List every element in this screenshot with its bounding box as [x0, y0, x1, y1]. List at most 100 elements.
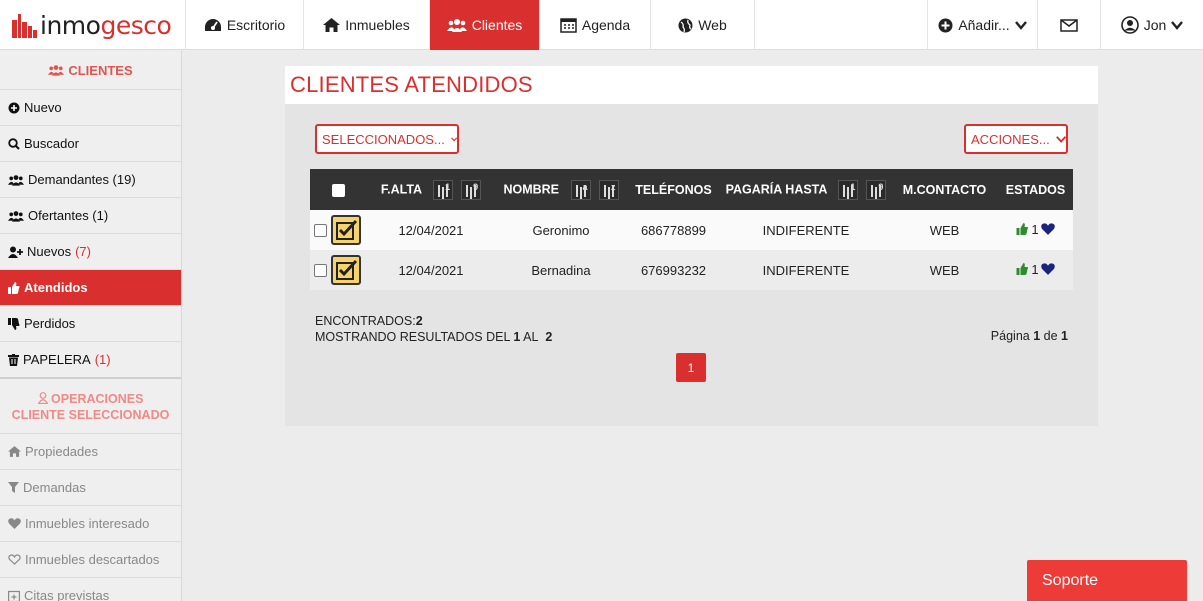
cell-nombre[interactable]: Geronimo: [496, 210, 626, 250]
header-falta-label: F.ALTA: [380, 181, 422, 196]
sidebar-item-label: Atendidos: [24, 280, 88, 295]
cell-pagaria: INDIFERENTE: [721, 250, 891, 290]
chevron-down-icon: [1055, 135, 1066, 143]
row-select-cell: [310, 250, 366, 290]
clients-table: F.ALTA 19 NOMBRE az TELÉFONOS PAGARÍA HA…: [310, 169, 1073, 290]
cell-telefono: 686778899: [626, 210, 721, 250]
selected-dropdown[interactable]: SELECCIONADOS...: [315, 124, 459, 154]
nav-clientes-label: Clientes: [471, 17, 523, 33]
envelope-icon: [1060, 18, 1078, 32]
found-count: ENCONTRADOS:2: [315, 313, 552, 329]
showing-label: MOSTRANDO RESULTADOS DEL: [315, 330, 510, 344]
sidebar-op-demandas[interactable]: Demandas: [0, 469, 181, 505]
found-label: ENCONTRADOS:: [315, 314, 416, 328]
nav-inmuebles[interactable]: Inmuebles: [304, 0, 430, 50]
page-indicator: Página 1 de 1: [991, 329, 1068, 343]
nav-add-menu[interactable]: Añadir...: [928, 0, 1038, 50]
heart-icon[interactable]: [1040, 263, 1055, 276]
thumbs-up-icon[interactable]: [1016, 263, 1029, 276]
nav-user-menu[interactable]: Jon: [1101, 0, 1203, 50]
heart-icon: [8, 518, 21, 529]
showing-from: 1: [513, 330, 521, 344]
sidebar-heading-label: CLIENTES: [68, 62, 133, 78]
sidebar-op-label: Propiedades: [25, 444, 98, 459]
header-select-all[interactable]: [310, 169, 366, 210]
estado-count: 1: [1031, 221, 1039, 237]
plus-circle-icon: [8, 102, 20, 113]
mark-attended-button[interactable]: [330, 255, 361, 285]
actions-dropdown[interactable]: ACCIONES...: [964, 124, 1068, 154]
users-icon: [48, 65, 65, 76]
nav-add-label: Añadir...: [958, 17, 1010, 33]
nav-escritorio[interactable]: Escritorio: [186, 0, 304, 50]
sidebar-item-buscador[interactable]: Buscador: [0, 125, 181, 161]
heart-icon[interactable]: [1040, 223, 1055, 236]
sidebar-item-label: Nuevos: [27, 244, 72, 259]
support-button[interactable]: Soporte: [1027, 560, 1187, 601]
mark-attended-button[interactable]: [330, 215, 361, 245]
cell-pagaria: INDIFERENTE: [721, 210, 891, 250]
heart-outline-icon: [8, 554, 21, 565]
table-header-row: F.ALTA 19 NOMBRE az TELÉFONOS PAGARÍA HA…: [310, 169, 1073, 210]
sidebar-op-propiedades[interactable]: Propiedades: [0, 433, 181, 469]
user-plus-icon: [8, 246, 23, 258]
sidebar-op-label: Demandas: [23, 480, 86, 495]
nav-messages[interactable]: [1038, 0, 1101, 50]
sidebar-item-ofertantes[interactable]: Ofertantes (1): [0, 197, 181, 233]
sidebar-item-perdidos[interactable]: Perdidos: [0, 305, 181, 341]
pagination-page-1[interactable]: 1: [676, 353, 706, 382]
actions-dropdown-label: ACCIONES...: [971, 131, 1050, 147]
users-icon: [446, 19, 467, 32]
sort-desc-icon[interactable]: z: [598, 179, 619, 200]
sort-asc-icon[interactable]: 1: [433, 179, 454, 200]
sidebar-op-descartados[interactable]: Inmuebles descartados: [0, 541, 181, 577]
sidebar-item-label: Demandantes (19): [28, 172, 136, 187]
nav-web[interactable]: Web: [651, 0, 755, 50]
row-checkbox[interactable]: [314, 223, 327, 237]
brand-logo[interactable]: inmogesco: [0, 0, 186, 50]
sidebar-op-interesado[interactable]: Inmuebles interesado: [0, 505, 181, 541]
sidebar-item-count: (1): [94, 352, 111, 367]
sidebar-item-label: Ofertantes (1): [28, 208, 109, 223]
sidebar-op-label: Citas previstas: [24, 588, 110, 601]
header-mcontacto: M.CONTACTO: [891, 169, 998, 210]
thumbs-up-icon[interactable]: [1016, 223, 1029, 236]
sidebar-item-label: Perdidos: [24, 316, 76, 331]
user-outline-icon: [37, 392, 48, 404]
sidebar-item-label: Buscador: [24, 136, 79, 151]
sort-desc-icon[interactable]: 9: [461, 179, 482, 200]
sort-desc-icon[interactable]: 9: [866, 179, 887, 200]
sidebar-ops-heading-label: OPERACIONES CLIENTE SELECCIONADO: [11, 392, 170, 422]
sidebar-item-atendidos[interactable]: Atendidos: [0, 269, 181, 305]
sidebar-heading: CLIENTES: [0, 51, 181, 89]
nav-escritorio-label: Escritorio: [226, 17, 286, 33]
user-circle-icon: [1120, 16, 1139, 34]
nav-web-label: Web: [698, 17, 727, 33]
sidebar-ops-heading: OPERACIONES CLIENTE SELECCIONADO: [0, 377, 181, 433]
sidebar-item-nuevo[interactable]: Nuevo: [0, 89, 181, 125]
check-square-icon: [335, 260, 357, 280]
sort-asc-icon[interactable]: 1: [838, 179, 859, 200]
row-checkbox[interactable]: [314, 263, 327, 277]
check-square-icon: [335, 220, 357, 240]
showing-range: MOSTRANDO RESULTADOS DEL 1 AL 2: [315, 329, 552, 345]
nav-clientes[interactable]: Clientes: [430, 0, 540, 50]
top-navbar: inmogesco Escritorio Inmuebles Clientes …: [0, 0, 1203, 50]
sort-asc-icon[interactable]: a: [570, 179, 591, 200]
nav-agenda[interactable]: Agenda: [540, 0, 651, 50]
sidebar-item-nuevos[interactable]: Nuevos (7): [0, 233, 181, 269]
table-row[interactable]: 12/04/2021 Geronimo 686778899 INDIFERENT…: [310, 210, 1073, 250]
cell-nombre[interactable]: Bernadina: [496, 250, 626, 290]
estado-count: 1: [1031, 261, 1039, 277]
nav-agenda-label: Agenda: [581, 17, 631, 33]
select-all-checkbox[interactable]: [331, 183, 345, 197]
sidebar: CLIENTES Nuevo Buscador Demandantes (19)…: [0, 51, 182, 601]
sidebar-op-label: Inmuebles descartados: [25, 552, 160, 567]
cell-falta: 12/04/2021: [366, 250, 496, 290]
sidebar-item-demandantes[interactable]: Demandantes (19): [0, 161, 181, 197]
header-nombre-label: NOMBRE: [503, 181, 560, 196]
sidebar-item-papelera[interactable]: PAPELERA (1): [0, 341, 181, 377]
sidebar-op-citas[interactable]: Citas previstas: [0, 577, 181, 601]
brand-part1: inmo: [40, 10, 101, 40]
table-row[interactable]: 12/04/2021 Bernadina 676993232 INDIFEREN…: [310, 250, 1073, 290]
